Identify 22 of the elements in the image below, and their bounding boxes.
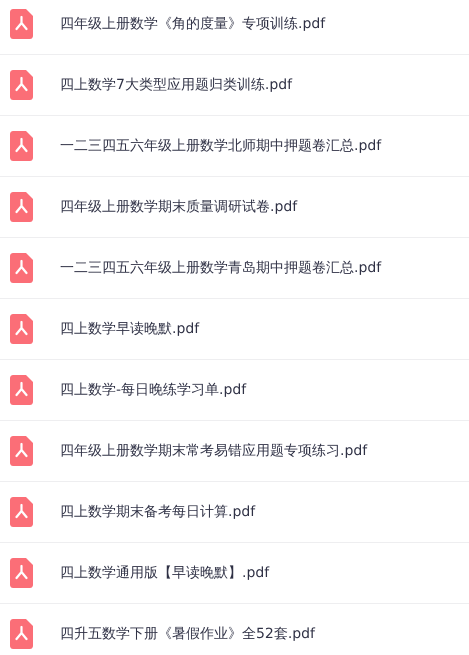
file-name: 四年级上册数学《角的度量》专项训练.pdf (60, 15, 326, 33)
pdf-file-icon (10, 497, 33, 527)
pdf-file-icon (10, 558, 33, 588)
file-name: 一二三四五六年级上册数学北师期中押题卷汇总.pdf (60, 137, 382, 155)
pdf-file-icon (10, 436, 33, 466)
file-name: 四上数学7大类型应用题归类训练.pdf (60, 76, 292, 94)
file-name: 四上数学期末备考每日计算.pdf (60, 503, 256, 521)
file-name: 四升五数学下册《暑假作业》全52套.pdf (60, 625, 315, 643)
pdf-file-icon (10, 192, 33, 222)
file-name: 四年级上册数学期末常考易错应用题专项练习.pdf (60, 442, 368, 460)
pdf-file-icon (10, 131, 33, 161)
file-name: 四上数学通用版【早读晚默】.pdf (60, 564, 270, 582)
pdf-file-icon (10, 9, 33, 39)
pdf-file-icon (10, 619, 33, 649)
pdf-file-icon (10, 253, 33, 283)
file-name: 四上数学早读晚默.pdf (60, 320, 200, 338)
pdf-file-icon (10, 375, 33, 405)
file-name: 一二三四五六年级上册数学青岛期中押题卷汇总.pdf (60, 259, 382, 277)
file-name: 四上数学-每日晚练学习单.pdf (60, 381, 246, 399)
pdf-file-icon (10, 314, 33, 344)
file-name: 四年级上册数学期末质量调研试卷.pdf (60, 198, 298, 216)
pdf-file-icon (10, 70, 33, 100)
